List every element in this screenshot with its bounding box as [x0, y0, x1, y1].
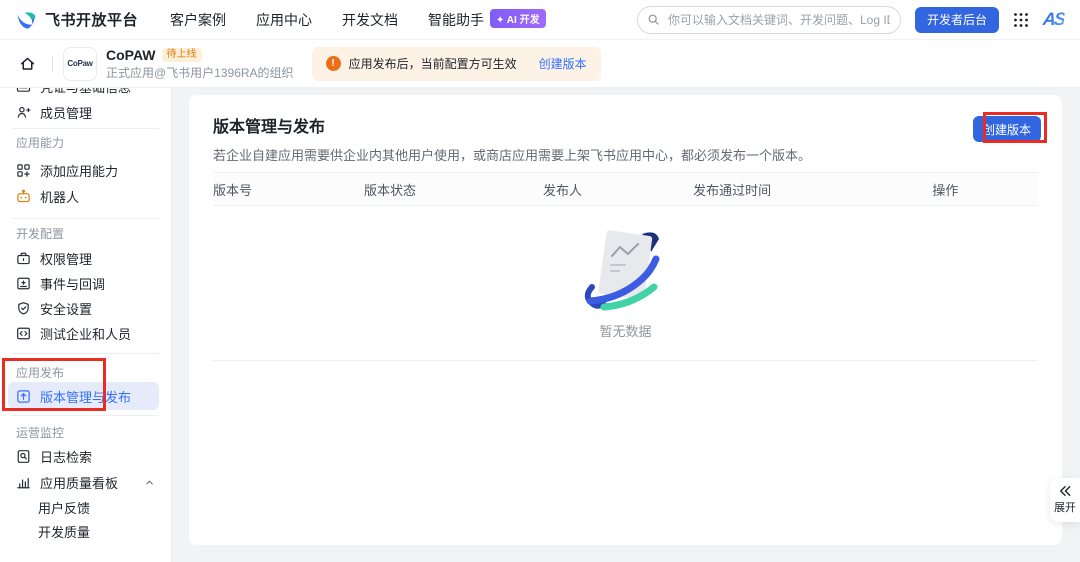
permission-icon — [16, 251, 31, 266]
app-subtitle: 正式应用@飞书用户1396RA的组织 — [106, 67, 294, 79]
page-body: 凭证与基础信息 成员管理 应用能力 添加应用能力 机器人 开发配置 — [0, 88, 1080, 562]
home-icon — [19, 55, 36, 72]
developer-console-button[interactable]: 开发者后台 — [915, 7, 999, 33]
global-search — [637, 6, 901, 34]
member-icon — [16, 105, 31, 120]
sidebar-section-dev-config: 开发配置 — [16, 223, 64, 243]
feishu-swoosh-icon — [16, 10, 38, 30]
version-table-header: 版本号 版本状态 发布人 发布通过时间 操作 — [213, 172, 1038, 206]
chevron-up-icon — [144, 477, 155, 488]
sidebar-item-label: 机器人 — [40, 187, 79, 206]
create-version-button[interactable]: 创建版本 — [973, 116, 1041, 142]
sidebar-expand-button[interactable]: 展开 — [1050, 478, 1080, 522]
sidebar-item-label: 事件与回调 — [40, 274, 105, 293]
shield-check-icon — [16, 301, 31, 316]
search-input[interactable] — [637, 6, 901, 34]
publish-version-icon — [16, 389, 31, 404]
sidebar-section-capability: 应用能力 — [16, 132, 64, 152]
notice-text: 应用发布后，当前配置方可生效 — [349, 55, 517, 72]
warning-circle-icon: ! — [326, 56, 341, 71]
sidebar: 凭证与基础信息 成员管理 应用能力 添加应用能力 机器人 开发配置 — [0, 88, 172, 562]
event-callback-icon — [16, 276, 31, 291]
sidebar-item-label: 凭证与基础信息 — [40, 88, 131, 96]
sidebar-item-dev-quality[interactable]: 开发质量 — [0, 519, 171, 544]
sidebar-item-permission[interactable]: 权限管理 — [0, 246, 171, 271]
menu-ai-assistant[interactable]: 智能助手 ✦ AI 开发 — [428, 9, 546, 30]
app-meta: CoPAW 待上线 正式应用@飞书用户1396RA的组织 — [106, 48, 294, 79]
sidebar-divider — [12, 128, 159, 129]
sidebar-item-label: 用户反馈 — [38, 498, 90, 517]
page-description: 若企业自建应用需要供企业内其他用户使用，或商店应用需要上架飞书应用中心，都必须发… — [213, 147, 1038, 165]
sidebar-item-label: 成员管理 — [40, 103, 92, 122]
sidebar-item-quality-board[interactable]: 应用质量看板 — [0, 470, 171, 495]
sidebar-item-events[interactable]: 事件与回调 — [0, 271, 171, 296]
id-card-icon — [16, 88, 31, 94]
user-avatar[interactable]: AS — [1042, 9, 1065, 30]
app-status-badge: 待上线 — [162, 48, 202, 62]
add-capability-icon — [16, 163, 31, 178]
sidebar-item-label: 安全设置 — [40, 299, 92, 318]
page-title: 版本管理与发布 — [213, 117, 1038, 139]
empty-state: 暂无数据 — [213, 206, 1038, 361]
menu-dev-docs[interactable]: 开发文档 — [342, 10, 398, 30]
top-menu: 客户案例 应用中心 开发文档 智能助手 ✦ AI 开发 — [170, 9, 546, 30]
sidebar-divider — [12, 353, 159, 354]
menu-ai-assistant-label: 智能助手 — [428, 12, 484, 28]
top-navbar: 飞书开放平台 客户案例 应用中心 开发文档 智能助手 ✦ AI 开发 开发者后台 … — [0, 0, 1080, 40]
empty-state-text: 暂无数据 — [599, 321, 651, 340]
sidebar-item-label: 权限管理 — [40, 249, 92, 268]
sidebar-item-members[interactable]: 成员管理 — [0, 100, 171, 125]
ai-dev-badge: ✦ AI 开发 — [490, 9, 546, 28]
double-chevron-left-icon — [1058, 485, 1072, 497]
bar-chart-icon — [16, 475, 31, 490]
topnav-right-cluster: 开发者后台 AS — [637, 6, 1064, 34]
expand-label: 展开 — [1054, 499, 1076, 515]
sidebar-item-label: 开发质量 — [38, 522, 90, 541]
app-header-bar: CoPaw CoPAW 待上线 正式应用@飞书用户1396RA的组织 ! 应用发… — [0, 40, 1080, 88]
app-icon-wordmark: CoPaw — [67, 59, 92, 68]
sidebar-item-security[interactable]: 安全设置 — [0, 296, 171, 321]
sidebar-item-logs[interactable]: 日志检索 — [0, 444, 171, 469]
sidebar-item-label: 日志检索 — [40, 447, 92, 466]
sidebar-item-version-management[interactable]: 版本管理与发布 — [8, 382, 159, 410]
sidebar-item-label: 版本管理与发布 — [40, 387, 131, 406]
sidebar-item-label: 测试企业和人员 — [40, 324, 131, 343]
sidebar-item-label: 应用质量看板 — [40, 473, 118, 492]
col-version-number: 版本号 — [213, 180, 364, 199]
sidebar-item-add-capability[interactable]: 添加应用能力 — [0, 158, 171, 183]
col-approved-time: 发布通过时间 — [693, 180, 932, 199]
apps-grid-icon[interactable] — [1013, 12, 1029, 28]
home-button[interactable] — [12, 49, 42, 79]
code-box-icon — [16, 326, 31, 341]
robot-icon — [16, 189, 31, 204]
menu-app-center[interactable]: 应用中心 — [256, 10, 312, 30]
menu-customer-cases[interactable]: 客户案例 — [170, 10, 226, 30]
col-actions: 操作 — [932, 180, 1038, 199]
sidebar-divider — [12, 415, 159, 416]
search-icon — [647, 13, 660, 26]
sidebar-section-monitor: 运营监控 — [16, 422, 64, 442]
version-management-panel: 版本管理与发布 若企业自建应用需要供企业内其他用户使用，或商店应用需要上架飞书应… — [189, 95, 1062, 545]
notice-create-version-link[interactable]: 创建版本 — [539, 55, 587, 72]
feishu-logo[interactable]: 飞书开放平台 — [16, 9, 138, 30]
sidebar-item-credentials[interactable]: 凭证与基础信息 — [0, 88, 171, 99]
sidebar-item-test-org[interactable]: 测试企业和人员 — [0, 321, 171, 346]
col-version-status: 版本状态 — [364, 180, 543, 199]
sidebar-item-label: 添加应用能力 — [40, 161, 118, 180]
sidebar-item-user-feedback[interactable]: 用户反馈 — [0, 495, 171, 520]
log-search-icon — [16, 449, 31, 464]
publish-notice-banner: ! 应用发布后，当前配置方可生效 创建版本 — [312, 47, 601, 81]
empty-data-illustration — [578, 227, 674, 313]
sidebar-divider — [12, 218, 159, 219]
app-icon: CoPaw — [63, 47, 97, 81]
sidebar-item-bot[interactable]: 机器人 — [0, 184, 171, 209]
col-publisher: 发布人 — [543, 180, 693, 199]
sidebar-section-release: 应用发布 — [16, 362, 64, 382]
brand-title: 飞书开放平台 — [45, 9, 138, 30]
divider — [52, 56, 53, 72]
app-name: CoPAW — [106, 48, 156, 62]
